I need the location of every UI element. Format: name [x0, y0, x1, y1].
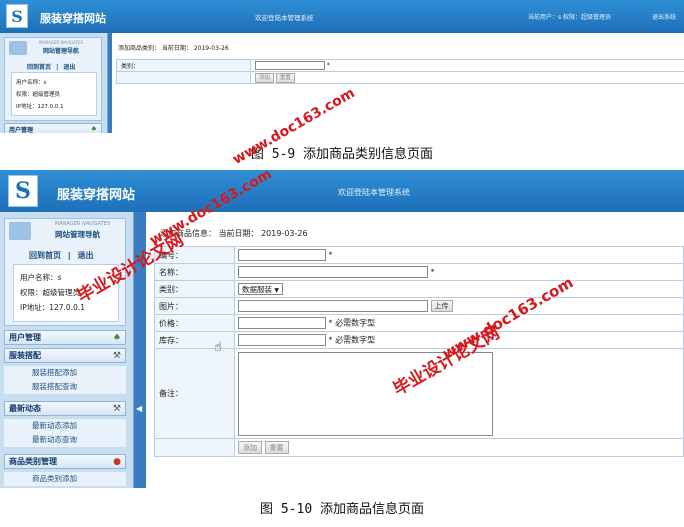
- reset-button[interactable]: 重置: [264, 441, 289, 454]
- nav-logo: [9, 41, 27, 55]
- content-area: 添加商品信息： 当前日期： 2019-03-26 编号： * 名称： * 类别：: [146, 212, 684, 488]
- sidebar-item-outfit-add[interactable]: 服装搭配添加: [4, 366, 126, 380]
- label-image: 图片：: [154, 297, 235, 315]
- menu-user-management[interactable]: 用户管理 ♠: [4, 123, 102, 133]
- link-separator: |: [56, 64, 59, 71]
- label-price: 价格：: [154, 314, 235, 332]
- user-role: 权限：超级管理员: [16, 92, 61, 98]
- menu-news[interactable]: 最新动态 ⚒: [4, 401, 126, 416]
- image-input[interactable]: [238, 300, 428, 312]
- label-stock: 库存：: [154, 331, 235, 349]
- user-name: 用户名称：s: [16, 80, 47, 86]
- link-separator: |: [67, 251, 71, 260]
- site-title: 服装穿搭网站: [40, 12, 106, 25]
- nav-links: 回到首页 | 退出: [27, 62, 75, 71]
- home-link[interactable]: 回到首页: [27, 64, 51, 71]
- add-button[interactable]: 添加: [255, 72, 274, 83]
- product-form: 编号： * 名称： * 类别： 数据服装 ▼ 图片： 上传 价格： * 必需数字…: [154, 246, 684, 457]
- user-ip: IP地址：127.0.0.1: [20, 303, 86, 312]
- nav-logo-text: MANAGER NAVIGATES: [39, 40, 84, 45]
- content-area: 添加商品类别： 当前日期： 2019-03-26 类别： * 添加 重置: [112, 33, 684, 133]
- figure-2: S 服装穿搭网站 欢迎登陆本管理系统 MANAGER NAVIGATES 网站管…: [0, 170, 684, 488]
- home-link[interactable]: 回到首页: [29, 251, 61, 260]
- figure-1: S 服装穿搭网站 欢迎登陆本管理系统 当前用户：s 权限：超级管理员 退出系统 …: [0, 0, 684, 134]
- menu-category[interactable]: 商品类别管理 ●: [4, 454, 126, 469]
- welcome-text: 欢迎登陆本管理系统: [255, 14, 314, 22]
- exit-link[interactable]: 退出: [78, 251, 94, 260]
- label-remark: 备注：: [154, 348, 235, 439]
- breadcrumb: 添加商品类别： 当前日期： 2019-03-26: [118, 45, 229, 52]
- label-name: 名称：: [154, 263, 235, 281]
- label-category: 类别：: [154, 280, 235, 298]
- site-title: 服装穿搭网站: [57, 188, 136, 203]
- sidebar-item-outfit-query[interactable]: 服装搭配查询: [4, 380, 126, 394]
- add-button[interactable]: 添加: [238, 441, 262, 454]
- product-no-input[interactable]: [238, 249, 326, 261]
- product-name-input[interactable]: [238, 266, 428, 278]
- nav-panel: MANAGER NAVIGATES 网站管理导航 回到首页 | 退出 用户名称：…: [4, 37, 102, 121]
- reset-button[interactable]: 重置: [275, 72, 295, 83]
- people-icon: ●: [113, 456, 121, 467]
- sidebar-item-news-query[interactable]: 最新动态查询: [4, 433, 126, 447]
- nav-logo-text: MANAGER NAVIGATES: [55, 221, 111, 227]
- required-mark: *: [326, 62, 330, 69]
- price-hint: * 必需数字型: [328, 318, 376, 328]
- users-icon: ♠: [112, 332, 121, 343]
- nav-title: 网站管理导航: [43, 48, 80, 55]
- user-info-box: 用户名称：s 权限：超级管理员 IP地址：127.0.0.1: [11, 72, 97, 116]
- welcome-text: 欢迎登陆本管理系统: [338, 188, 410, 197]
- stock-input[interactable]: [238, 334, 326, 346]
- header-bar: S 服装穿搭网站 欢迎登陆本管理系统 当前用户：s 权限：超级管理员 退出系统: [0, 0, 684, 33]
- tools-icon: ⚒: [112, 403, 121, 414]
- hand-cursor-icon: ☝: [214, 340, 222, 355]
- nav-title: 网站管理导航: [55, 230, 100, 239]
- upload-button[interactable]: 上传: [430, 300, 453, 312]
- category-select[interactable]: 数据服装 ▼: [238, 283, 284, 295]
- user-ip: IP地址：127.0.0.1: [16, 104, 64, 110]
- header-bar: S 服装穿搭网站 欢迎登陆本管理系统: [0, 170, 684, 212]
- price-input[interactable]: [238, 317, 326, 329]
- figure-2-caption: 图 5-10 添加商品信息页面: [260, 502, 424, 517]
- chevron-left-icon[interactable]: ◀: [136, 404, 142, 413]
- menu-user-management[interactable]: 用户管理 ♠: [4, 330, 126, 345]
- exit-link[interactable]: 退出: [63, 64, 75, 71]
- figure-1-caption: 图 5-9 添加商品类别信息页面: [250, 147, 434, 162]
- required-mark: *: [430, 267, 435, 277]
- field-label: 类别：: [116, 59, 251, 72]
- stock-hint: * 必需数字型: [328, 335, 376, 345]
- tools-icon: ⚒: [112, 350, 121, 361]
- current-user-info: 当前用户：s 权限：超级管理员: [528, 14, 612, 21]
- required-mark: *: [328, 250, 333, 260]
- logout-link[interactable]: 退出系统: [652, 12, 676, 21]
- users-icon: ♠: [90, 125, 97, 133]
- sidebar-item-category-add[interactable]: 商品类别添加: [4, 472, 126, 486]
- sidebar: MANAGER NAVIGATES 网站管理导航 回到首页 | 退出 用户名称：…: [0, 212, 134, 488]
- nav-logo: [9, 222, 31, 240]
- sidebar-item-news-add[interactable]: 最新动态添加: [4, 419, 126, 433]
- menu-outfit[interactable]: 服装搭配 ⚒: [4, 348, 126, 363]
- s-logo-icon: S: [8, 175, 38, 207]
- category-input[interactable]: [255, 61, 325, 70]
- chevron-down-icon: ▼: [274, 287, 280, 294]
- nav-links: 回到首页 | 退出: [29, 250, 94, 261]
- s-logo-icon: S: [6, 4, 28, 28]
- category-form: 类别： * 添加 重置: [116, 59, 684, 84]
- sidebar: MANAGER NAVIGATES 网站管理导航 回到首页 | 退出 用户名称：…: [0, 33, 108, 133]
